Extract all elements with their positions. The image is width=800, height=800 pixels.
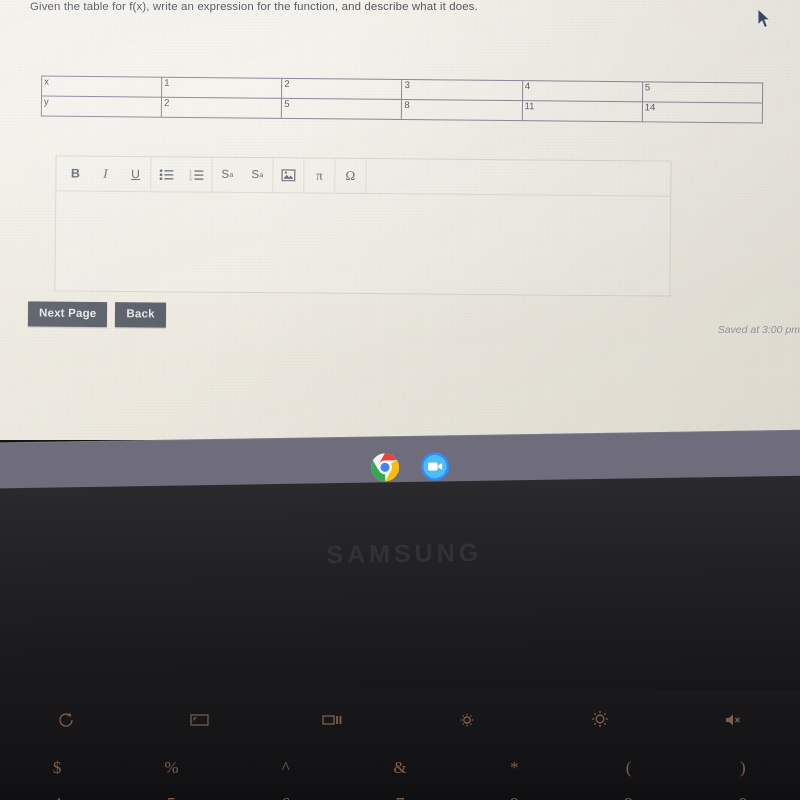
table-cell-x1: 1 [161,77,283,99]
key-mute[interactable] [703,711,763,728]
subscript-mark: a [259,171,264,179]
key-9[interactable]: 9 [599,794,659,800]
superscript-base: S [221,168,230,181]
laptop-bezel: SAMSUNG [0,475,800,719]
table-cell-x3: 3 [401,79,523,101]
numbered-list-button[interactable]: 1 2 3 [181,161,211,187]
screenshot-root: Given the table for f(x), write an expre… [0,0,800,800]
table-cell-x4: 4 [522,80,643,102]
key-6[interactable]: 6 [256,794,316,800]
mute-icon [726,714,741,725]
fullscreen-icon [190,713,209,726]
next-page-button[interactable]: Next Page [27,301,108,328]
key-brightness-up[interactable] [570,710,630,728]
key-fullscreen[interactable] [170,711,230,728]
key-paren-open[interactable]: ( [599,758,659,778]
laptop-keyboard: $ % ^ & * ( ) 4 5 6 7 8 9 0 [0,690,800,800]
key-caret[interactable]: ^ [256,758,316,778]
saved-status: Saved at 3:00 pm [717,324,800,336]
toolbar-group-formatting: B I U [60,156,152,192]
key-7[interactable]: 7 [370,794,430,800]
function-table: x 1 2 3 4 5 y 2 5 8 11 14 [41,76,763,124]
back-button[interactable]: Back [115,302,166,328]
superscript-mark: a [229,171,234,179]
overview-icon [322,714,342,725]
brightness-down-icon [460,713,474,726]
reload-icon [59,712,73,727]
toolbar-group-image [273,158,305,193]
underline-button[interactable]: U [120,161,150,187]
key-4[interactable]: 4 [27,794,87,800]
key-reload[interactable] [37,711,97,728]
image-icon [281,169,296,182]
table-cell-y3: 8 [401,99,523,121]
italic-button[interactable]: I [90,161,120,187]
keyboard-number-row: 4 5 6 7 8 9 0 [0,794,800,800]
toolbar-group-lists: 1 2 3 [151,157,213,192]
key-paren-close[interactable]: ) [713,758,773,778]
key-5[interactable]: 5 [141,794,201,800]
question-prompt: Given the table for f(x), write an expre… [30,1,478,13]
table-cell-x5: 5 [642,81,763,103]
browser-page: Given the table for f(x), write an expre… [0,0,800,440]
key-dollar[interactable]: $ [27,758,87,778]
math-symbol-button[interactable]: π [304,162,334,188]
key-percent[interactable]: % [141,758,201,778]
brightness-up-icon [591,711,608,728]
numbered-list-icon: 1 2 3 [189,169,204,180]
editor-text-area[interactable] [55,191,670,294]
table-cell-y4: 11 [521,100,643,122]
zoom-icon[interactable] [420,451,450,481]
table-cell-y2: 5 [281,98,402,120]
key-0[interactable]: 0 [713,794,773,800]
brand-logo: SAMSUNG [326,538,483,570]
toolbar-group-symbols: π [304,158,336,193]
editor-toolbar: B I U 1 2 3 S a S a π Ω [56,156,671,197]
table-cell-header-x: x [41,76,162,98]
subscript-button[interactable]: Sa [242,162,272,188]
keyboard-symbol-row: $ % ^ & * ( ) [0,758,800,778]
bold-button[interactable]: B [60,160,90,186]
navigation-buttons: Next Page Back [27,301,166,328]
bulleted-list-icon [159,168,174,180]
rich-text-editor[interactable]: B I U 1 2 3 S a S a π Ω [54,155,672,297]
table-cell-y1: 2 [161,97,282,119]
key-asterisk[interactable]: * [484,758,544,778]
key-8[interactable]: 8 [484,794,544,800]
svg-text:3: 3 [189,176,192,180]
key-ampersand[interactable]: & [370,758,430,778]
subscript-base: S [251,169,260,182]
mouse-cursor-icon [757,8,771,29]
toolbar-group-script: Sa Sa [212,157,274,193]
keyboard-function-row [0,710,800,728]
table-cell-x2: 2 [281,78,403,100]
key-brightness-down[interactable] [437,711,497,728]
key-overview[interactable] [303,711,363,728]
table-cell-header-y: y [41,96,162,118]
special-character-button[interactable]: Ω [335,163,365,189]
table-body: x 1 2 3 4 5 y 2 5 8 11 14 [41,76,763,123]
toolbar-group-special: Ω [335,158,367,194]
insert-image-button[interactable] [273,162,303,188]
table-cell-y5: 14 [642,101,763,123]
chrome-icon[interactable] [370,452,400,493]
bulleted-list-button[interactable] [151,161,181,187]
superscript-button[interactable]: Sa [212,162,242,188]
